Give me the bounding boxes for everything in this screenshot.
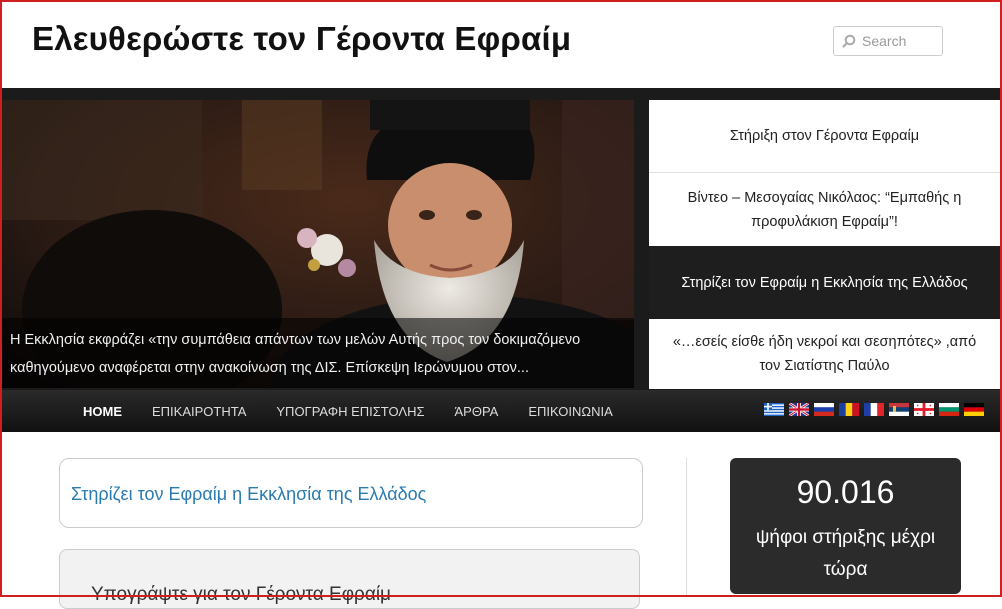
sidebar-divider bbox=[686, 458, 687, 597]
nav-item-epikoinonia[interactable]: ΕΠΙΚΟΙΝΩΝΙΑ bbox=[513, 404, 627, 419]
nav-item-ypografi[interactable]: ΥΠΟΓΡΑΦΗ ΕΠΙΣΤΟΛΗΣ bbox=[261, 404, 439, 419]
france-flag-icon[interactable] bbox=[864, 403, 884, 416]
slider-item-label: Στήριξη στον Γέροντα Εφραίμ bbox=[729, 128, 920, 144]
nav-item-home[interactable]: HOME bbox=[68, 404, 137, 419]
slider-item-label: Στηρίζει τον Εφραίμ η Εκκλησία της Ελλάδ… bbox=[681, 274, 968, 291]
slider-item-active[interactable]: Στηρίζει τον Εφραίμ η Εκκλησία της Ελλάδ… bbox=[649, 246, 1000, 319]
romania-flag-icon[interactable] bbox=[839, 403, 859, 416]
search-icon bbox=[842, 34, 856, 48]
slider-item-label: «…εσείς είσθε ήδη νεκροί και σεσηπότες» … bbox=[672, 334, 977, 374]
counter-label: ψήφοι στήριξης μέχρι τώρα bbox=[755, 527, 936, 580]
germany-flag-icon[interactable] bbox=[964, 403, 984, 416]
slider-item[interactable]: «…εσείς είσθε ήδη νεκροί και σεσηπότες» … bbox=[649, 319, 1000, 389]
counter-value: 90.016 bbox=[796, 474, 895, 510]
nav-item-epikairotita[interactable]: ΕΠΙΚΑΙΡΟΤΗΤΑ bbox=[137, 404, 261, 419]
georgia-flag-icon[interactable] bbox=[914, 403, 934, 416]
signature-counter: 90.016 ψήφοι στήριξης μέχρι τώρα bbox=[730, 458, 961, 594]
greece-flag-icon[interactable] bbox=[764, 403, 784, 416]
slider-item[interactable]: Στήριξη στον Γέροντα Εφραίμ bbox=[649, 100, 1000, 173]
post-card: Στηρίζει τον Εφραίμ η Εκκλησία της Ελλάδ… bbox=[59, 458, 643, 528]
petition-card: Υπογράψτε για τον Γέροντα Εφραίμ bbox=[59, 549, 640, 609]
search-box[interactable] bbox=[833, 26, 943, 56]
slider-item-label: Βίντεο – Μεσογαίας Νικόλαος: “Εμπαθής η … bbox=[687, 189, 962, 230]
bulgaria-flag-icon[interactable] bbox=[939, 403, 959, 416]
russia-flag-icon[interactable] bbox=[814, 403, 834, 416]
language-selector bbox=[764, 403, 984, 416]
hero-caption[interactable]: Η Εκκλησία εκφράζει «την συμπάθεια απάντ… bbox=[2, 318, 634, 388]
nav-item-arthra[interactable]: ΆΡΘΡΑ bbox=[440, 404, 514, 419]
slider-item[interactable]: Βίντεο – Μεσογαίας Νικόλαος: “Εμπαθής η … bbox=[649, 173, 1000, 246]
featured-slider-list: Στήριξη στον Γέροντα Εφραίμ Βίντεο – Μεσ… bbox=[649, 100, 1000, 389]
uk-flag-icon[interactable] bbox=[789, 403, 809, 416]
site-title[interactable]: Ελευθερώστε τον Γέροντα Εφραίμ bbox=[32, 20, 571, 58]
petition-title: Υπογράψτε για τον Γέροντα Εφραίμ bbox=[91, 584, 392, 605]
main-navigation: HOME ΕΠΙΚΑΙΡΟΤΗΤΑ ΥΠΟΓΡΑΦΗ ΕΠΙΣΤΟΛΗΣ ΆΡΘ… bbox=[2, 390, 1000, 432]
post-title-link[interactable]: Στηρίζει τον Εφραίμ η Εκκλησία της Ελλάδ… bbox=[71, 484, 426, 505]
search-input[interactable] bbox=[862, 33, 934, 49]
serbia-flag-icon[interactable] bbox=[889, 403, 909, 416]
